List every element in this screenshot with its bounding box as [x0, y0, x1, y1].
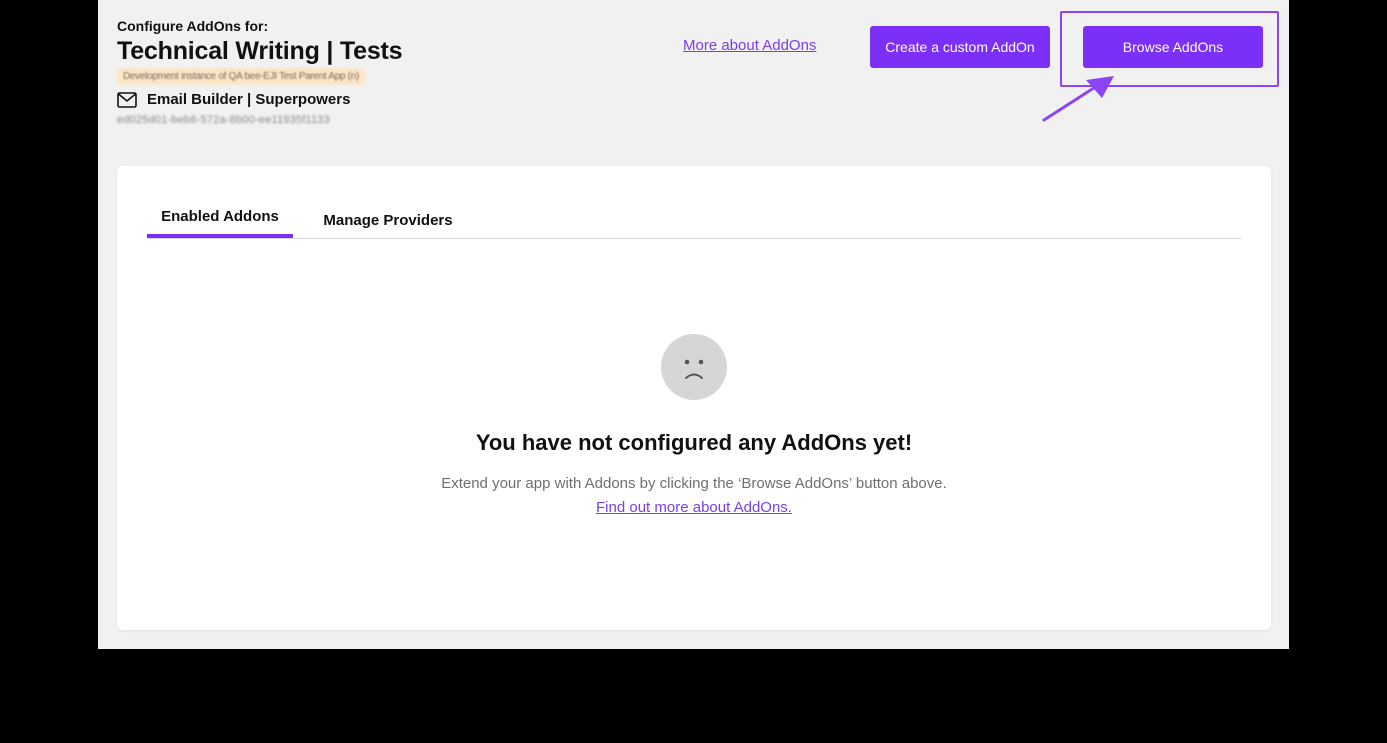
more-about-addons-link[interactable]: More about AddOns: [683, 37, 816, 54]
instance-tag: Development instance of QA bee-EJI Test …: [117, 68, 365, 85]
app-title: Technical Writing | Tests: [117, 37, 403, 65]
arrow-annotation: [1042, 76, 1114, 122]
empty-state-description: Extend your app with Addons by clicking …: [439, 472, 949, 520]
tab-bar: Enabled Addons Manage Providers: [147, 202, 1241, 239]
find-out-more-link[interactable]: Find out more about AddOns.: [596, 499, 792, 516]
tab-manage-providers[interactable]: Manage Providers: [307, 202, 469, 238]
builder-row: Email Builder | Superpowers: [117, 91, 402, 108]
create-custom-addon-button[interactable]: Create a custom AddOn: [870, 26, 1050, 68]
empty-state-text: Extend your app with Addons by clicking …: [441, 475, 947, 492]
tab-enabled-addons[interactable]: Enabled Addons: [147, 198, 293, 238]
envelope-icon: [117, 91, 137, 108]
configure-label: Configure AddOns for:: [117, 18, 269, 34]
app-header: Configure AddOns for: Technical Writing …: [117, 18, 403, 126]
addons-card: Enabled Addons Manage Providers You have…: [117, 166, 1271, 630]
addons-page: Configure AddOns for: Technical Writing …: [98, 0, 1289, 649]
sad-face-icon: [661, 334, 727, 400]
builder-name: Email Builder | Superpowers: [147, 91, 351, 108]
builder-uuid: ed025d01-beb6-572a-8b00-ee11935f1133: [117, 114, 330, 126]
empty-state-title: You have not configured any AddOns yet!: [475, 430, 913, 455]
